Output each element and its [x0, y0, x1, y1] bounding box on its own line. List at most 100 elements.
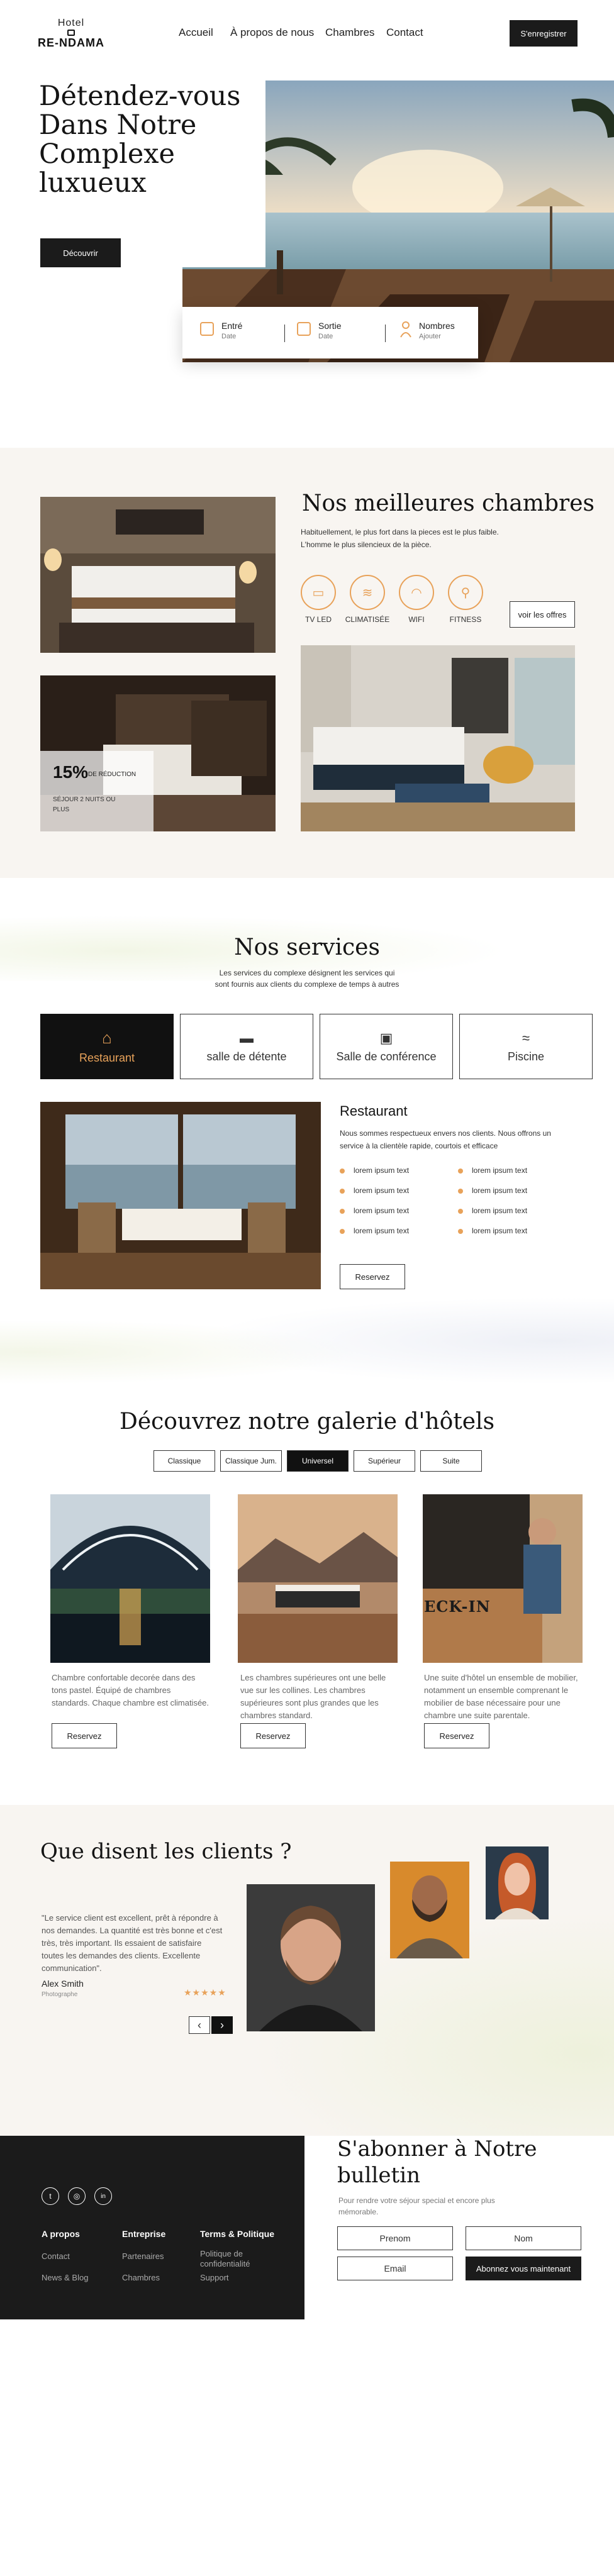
newsletter-desc: Pour rendre votre séjour special et enco…	[338, 2196, 495, 2216]
tab-pool[interactable]: ≈ Piscine	[459, 1014, 593, 1079]
hero-title: Détendez-vous Dans Notre Complexe luxueu…	[39, 80, 241, 199]
tab-conference[interactable]: ▣ Salle de conférence	[320, 1014, 453, 1079]
amenity-label: CLIMATISÉE	[345, 615, 390, 624]
service-list-item: lorem ipsum text	[340, 1186, 409, 1195]
gallery-title: Découvrez notre galerie d'hôtels	[119, 1409, 495, 1435]
rooms-desc: Habituellement, le plus fort dans la pie…	[301, 528, 499, 549]
tab-label: salle de détente	[206, 1050, 287, 1063]
gallery-reserve-button[interactable]: Reservez	[240, 1723, 306, 1748]
promo-label: DE RÉDUCTION	[88, 771, 137, 778]
footer-link[interactable]: Politique de confidentialité	[200, 2249, 269, 2269]
tab-universel[interactable]: Universel	[287, 1450, 349, 1472]
pool-icon: ≈	[522, 1030, 530, 1046]
checkout-label: Sortie	[318, 321, 342, 331]
tab-relaxation[interactable]: ▬ salle de détente	[180, 1014, 313, 1079]
gallery-card-text: Les chambres supérieures ont une belle v…	[240, 1673, 386, 1720]
room-photo-3	[301, 645, 575, 831]
newsletter-title: S'abonner à Notre bulletin	[337, 2136, 537, 2188]
checkout-field[interactable]: Sortie Date	[318, 321, 342, 340]
footer-link[interactable]: Chambres	[122, 2273, 160, 2283]
tab-superieur[interactable]: Supérieur	[354, 1450, 415, 1472]
gallery-photo-3: ECK-IN	[423, 1494, 583, 1663]
footer-link[interactable]: Partenaires	[122, 2251, 164, 2262]
footer-link[interactable]: News & Blog	[42, 2273, 88, 2283]
footer-head-about: A propos	[42, 2229, 80, 2239]
wifi-icon: ◠	[399, 575, 434, 610]
calendar-icon	[200, 322, 214, 336]
footer-link[interactable]: Support	[200, 2273, 229, 2283]
linkedin-icon[interactable]: in	[94, 2187, 112, 2205]
footer-link[interactable]: Contact	[42, 2251, 70, 2262]
discover-button[interactable]: Découvrir	[40, 238, 121, 267]
testimonial-photo-main	[247, 1884, 375, 2031]
footer-head-terms: Terms & Politique	[200, 2229, 274, 2239]
footer-head-company: Entreprise	[122, 2229, 166, 2239]
calendar-icon	[297, 322, 311, 336]
promo-card: 15% DE RÉDUCTION SÉJOUR 2 NUITS OU PLUS	[40, 751, 154, 831]
service-list-item: lorem ipsum text	[340, 1226, 409, 1235]
room-photo-1	[40, 497, 276, 653]
tab-classique-jum[interactable]: Classique Jum.	[220, 1450, 282, 1472]
nav-accueil[interactable]: Accueil	[179, 26, 213, 39]
checkin-label: Entré	[221, 321, 243, 331]
gallery-photo-2	[238, 1494, 398, 1663]
nav-a-propos[interactable]: À propos de nous	[230, 26, 314, 39]
services-title: Nos services	[234, 935, 380, 960]
presentation-icon: ▣	[379, 1030, 393, 1046]
guests-field[interactable]: Nombres Ajouter	[419, 321, 455, 340]
promo-sub: SÉJOUR 2 NUITS OU PLUS	[53, 796, 116, 813]
register-button[interactable]: S'enregistrer	[510, 20, 578, 47]
tab-suite[interactable]: Suite	[420, 1450, 482, 1472]
gallery-card-text: Une suite d'hôtel un ensemble de mobilie…	[424, 1673, 578, 1720]
restaurant-photo	[40, 1102, 321, 1289]
service-title: Restaurant	[340, 1103, 408, 1119]
email-input[interactable]: Email	[337, 2257, 453, 2280]
footer: t ◎ in A propos Contact News & Blog Entr…	[0, 2136, 304, 2319]
rooms-title: Nos meilleures chambres	[302, 491, 594, 516]
service-list-item: lorem ipsum text	[340, 1206, 409, 1215]
promo-value: 15%	[53, 762, 89, 782]
service-list-item: lorem ipsum text	[458, 1186, 527, 1195]
gallery-reserve-button[interactable]: Reservez	[52, 1723, 117, 1748]
tab-classique[interactable]: Classique	[154, 1450, 215, 1472]
reserve-button[interactable]: Reservez	[340, 1264, 405, 1289]
guests-label: Nombres	[419, 321, 455, 331]
gallery-card-text: Chambre confortable decorée dans des ton…	[52, 1673, 209, 1707]
service-list-item: lorem ipsum text	[458, 1226, 527, 1235]
checkin-field[interactable]: Entré Date	[221, 321, 242, 340]
nav-contact[interactable]: Contact	[386, 26, 423, 39]
testimonial-photo-3	[486, 1846, 549, 1919]
twitter-icon[interactable]: t	[42, 2187, 59, 2205]
logo-mark-icon	[67, 30, 75, 36]
instagram-icon[interactable]: ◎	[68, 2187, 86, 2205]
booking-bar: Entré Date Sortie Date Nombres Ajouter	[182, 307, 478, 358]
reviewer-name: Alex Smith	[42, 1979, 84, 1989]
tab-label: Piscine	[507, 1050, 545, 1063]
checkout-sub: Date	[318, 333, 333, 340]
next-button[interactable]: ›	[211, 2016, 233, 2034]
bed-icon: ▬	[240, 1030, 254, 1046]
checkin-sign: ECK-IN	[424, 1597, 491, 1616]
reviewer-role: Photographe	[42, 1991, 78, 1998]
last-name-input[interactable]: Nom	[466, 2226, 581, 2250]
offers-button[interactable]: voir les offres	[510, 601, 575, 628]
person-icon	[400, 321, 411, 338]
gallery-reserve-button[interactable]: Reservez	[424, 1723, 489, 1748]
testimonial-quote: "Le service client est excellent, prêt à…	[42, 1913, 223, 1973]
logo[interactable]: Hotel RE-NDAMA	[30, 18, 112, 50]
prev-button[interactable]: ‹	[189, 2016, 210, 2034]
service-list-item: lorem ipsum text	[458, 1206, 527, 1215]
nav-chambres[interactable]: Chambres	[325, 26, 374, 39]
gallery-glow	[0, 1296, 614, 1409]
service-list-item: lorem ipsum text	[340, 1166, 409, 1175]
air-conditioner-icon: ≋	[350, 575, 385, 610]
logo-line2: RE-NDAMA	[38, 36, 104, 49]
service-desc: Nous sommes respectueux envers nos clien…	[340, 1129, 551, 1150]
tab-restaurant[interactable]: ⌂ Restaurant	[40, 1014, 174, 1079]
rating-stars-icon: ★★★★★	[184, 1987, 226, 1997]
service-list-item: lorem ipsum text	[458, 1166, 527, 1175]
first-name-input[interactable]: Prenom	[337, 2226, 453, 2250]
testimonials-title: Que disent les clients ?	[40, 1839, 292, 1864]
subscribe-button[interactable]: Abonnez vous maintenant	[466, 2257, 581, 2280]
tab-label: Restaurant	[79, 1052, 135, 1064]
